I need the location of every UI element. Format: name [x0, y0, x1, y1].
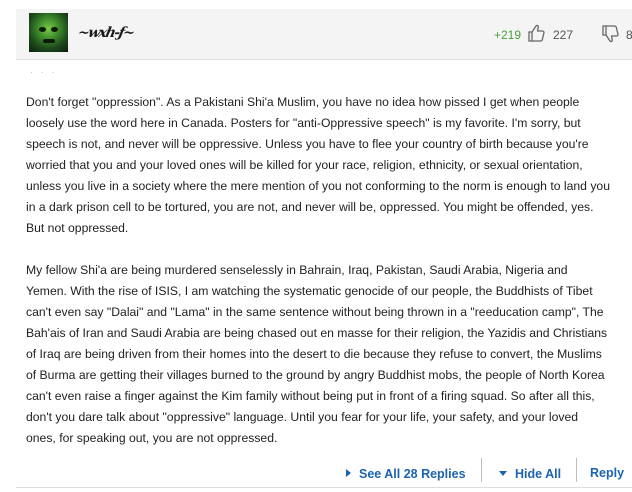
see-all-replies-link[interactable]: See All 28 Replies: [346, 467, 466, 481]
footer-rule: [16, 487, 632, 488]
avatar-mouth: [43, 39, 55, 43]
dislikes-count: 8: [626, 28, 632, 42]
hide-all-label: Hide All: [515, 467, 562, 481]
timestamp-placeholder: · · ·: [30, 68, 58, 77]
avatar-eye: [39, 27, 46, 32]
divider: [481, 458, 482, 482]
thumbs-up-icon[interactable]: [526, 23, 546, 43]
comment-footer: See All 28 Replies Hide All Reply: [0, 456, 632, 492]
thumbs-down-icon[interactable]: [600, 24, 620, 44]
comment-paragraph: My fellow Shi'a are being murdered sense…: [26, 263, 608, 445]
likes-count: 227: [553, 28, 574, 42]
triangle-right-icon: [346, 469, 351, 477]
avatar-eye: [51, 27, 58, 32]
username[interactable]: ~wxh-ƒ~: [76, 25, 135, 41]
see-all-label: See All 28 Replies: [359, 467, 466, 481]
reply-button[interactable]: Reply: [590, 466, 624, 480]
comment-score: +219: [494, 28, 522, 42]
hide-all-link[interactable]: Hide All: [499, 467, 561, 481]
triangle-down-icon: [499, 471, 507, 476]
comment-body: Don't forget "oppression". As a Pakistan…: [26, 92, 611, 470]
comment-header: ~wxh-ƒ~ +219 227 8: [16, 9, 632, 60]
avatar[interactable]: [29, 13, 68, 52]
divider: [576, 458, 577, 482]
comment-paragraph: Don't forget "oppression". As a Pakistan…: [26, 95, 610, 235]
